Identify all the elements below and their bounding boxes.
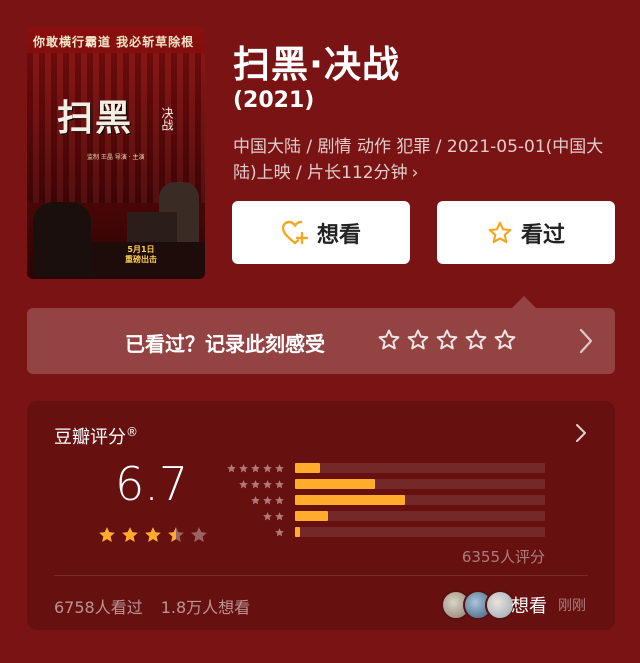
distribution-track [295, 527, 545, 537]
distribution-track [295, 463, 545, 473]
star-icon [263, 463, 272, 472]
distribution-track [295, 511, 545, 521]
star-icon [251, 495, 260, 504]
distribution-star-label [223, 463, 285, 474]
distribution-star-label [223, 495, 285, 506]
rating-title: 豆瓣评分® [54, 425, 138, 448]
want-to-watch-label: 想看 [316, 222, 361, 248]
star-outline-icon[interactable] [435, 328, 459, 352]
distribution-track [295, 495, 545, 505]
star-icon [275, 463, 284, 472]
movie-year: (2021) [233, 88, 315, 113]
star-icon [263, 495, 272, 504]
star-icon [168, 527, 184, 542]
friend-avatars[interactable] [441, 590, 515, 620]
rating-count: 6355人评分 [461, 548, 545, 566]
rate-stars[interactable] [377, 328, 517, 352]
chevron-right-icon: › [411, 163, 419, 183]
poster-release-date: 5月1日 重磅出击 [125, 245, 157, 264]
star-icon [145, 527, 161, 542]
rate-prompt-label: 已看过？记录此刻感受 [125, 332, 325, 356]
rating-stars [97, 525, 209, 545]
divider [54, 575, 588, 576]
rate-prompt-bar[interactable]: 已看过？记录此刻感受 [27, 308, 615, 374]
distribution-row [223, 510, 545, 522]
poster-credits: 监制 王晶 导演 · 主演 [87, 154, 145, 161]
distribution-bar [295, 463, 320, 473]
poster-figure-left [33, 202, 91, 277]
rating-score: 6.7 [115, 457, 189, 511]
distribution-row [223, 526, 545, 538]
distribution-star-label [223, 527, 285, 538]
star-icon [99, 527, 115, 542]
movie-meta-text: 中国大陆 / 剧情 动作 犯罪 / 2021-05-01(中国大陆)上映 / 片… [233, 137, 604, 183]
star-icon [227, 463, 236, 472]
distribution-star-label [223, 479, 285, 490]
distribution-star-label [223, 511, 285, 522]
star-icon [275, 511, 284, 520]
star-icon [122, 527, 138, 542]
movie-title: 扫黑·决战 [233, 43, 401, 86]
movie-meta[interactable]: 中国大陆 / 剧情 动作 犯罪 / 2021-05-01(中国大陆)上映 / 片… [233, 134, 608, 186]
distribution-row [223, 478, 545, 490]
distribution-bar [295, 479, 375, 489]
star-outline-icon[interactable] [493, 328, 517, 352]
star-icon [275, 495, 284, 504]
star-icon [263, 511, 272, 520]
callout-pointer [512, 296, 536, 308]
star-icon [275, 479, 284, 488]
star-icon [251, 479, 260, 488]
star-icon [239, 463, 248, 472]
distribution-track [295, 479, 545, 489]
star-icon [275, 527, 284, 536]
star-outline-icon[interactable] [377, 328, 401, 352]
want-count: 1.8万人想看 [160, 598, 251, 617]
star-outline-icon[interactable] [464, 328, 488, 352]
watched-button[interactable]: 看过 [437, 201, 615, 264]
star-outline-icon[interactable] [406, 328, 430, 352]
want-to-watch-button[interactable]: 想看 [232, 201, 410, 264]
seen-count: 6758人看过 [54, 598, 143, 617]
distribution-bar [295, 527, 300, 537]
distribution-bar [295, 495, 405, 505]
star-outline-icon [488, 221, 512, 243]
star-icon [263, 479, 272, 488]
chevron-right-icon [576, 424, 586, 442]
star-icon [251, 463, 260, 472]
distribution-row [223, 494, 545, 506]
chevron-right-icon [579, 328, 593, 354]
distribution-row [223, 462, 545, 474]
friend-activity-label: 想看 [511, 596, 547, 617]
distribution-bar [295, 511, 328, 521]
poster-tagline: 你敢横行霸道 我必斩草除根 [33, 35, 195, 49]
audience-stats: 6758人看过 1.8万人想看 [54, 594, 250, 618]
douban-rating-card[interactable]: 豆瓣评分® 6.7 6355人评分 6758人看过 1.8万人想看 想看 刚刚 [27, 401, 615, 630]
poster-subtitle: 决战 [160, 107, 174, 131]
watched-label: 看过 [520, 222, 565, 248]
movie-poster[interactable]: 你敢横行霸道 我必斩草除根 扫黑 决战 监制 王晶 导演 · 主演 5月1日 重… [27, 27, 205, 279]
heart-plus-icon [281, 220, 309, 244]
star-icon [191, 527, 207, 542]
star-icon [239, 479, 248, 488]
friend-activity-time: 刚刚 [558, 598, 586, 614]
poster-title: 扫黑 [57, 98, 134, 139]
